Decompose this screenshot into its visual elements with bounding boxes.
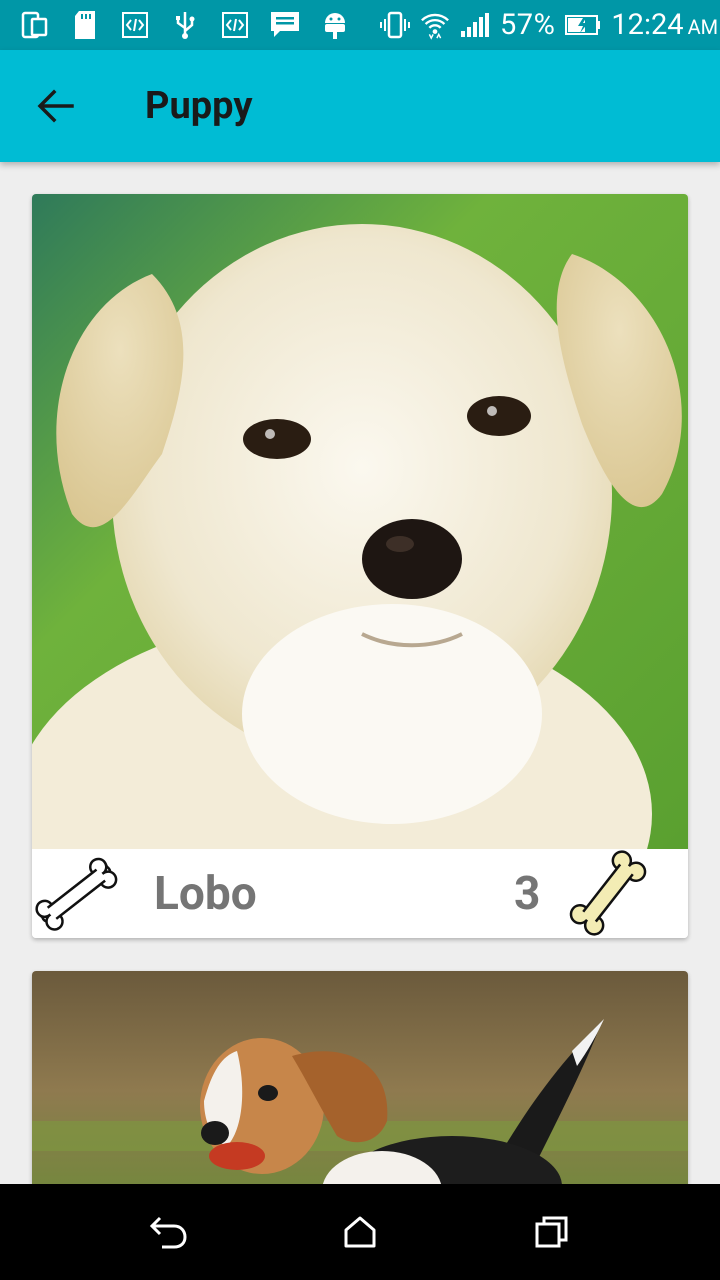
bone-outline-icon[interactable] [32, 855, 122, 935]
back-button[interactable] [24, 78, 88, 134]
signal-icon [460, 10, 490, 40]
clock-time: 12:24 [611, 7, 684, 42]
puppy-photo [32, 971, 688, 1184]
app-bar: Puppy [0, 50, 720, 162]
navigation-bar [0, 1184, 720, 1280]
nav-home-button[interactable] [340, 1212, 380, 1252]
like-count: 3 [514, 867, 541, 921]
code-icon [220, 10, 250, 40]
puppy-photo [32, 194, 688, 849]
nav-recents-button[interactable] [532, 1212, 572, 1252]
clock: 12:24 AM [611, 7, 719, 42]
bone-filled-icon[interactable] [564, 849, 652, 937]
status-bar-notifications [20, 10, 370, 40]
back-icon [149, 1216, 187, 1249]
puppy-name: Lobo [154, 867, 257, 921]
clock-ampm: AM [687, 14, 719, 39]
status-bar: 57% 12:24 AM [0, 0, 720, 50]
status-bar-system: 57% 12:24 AM [370, 10, 718, 40]
message-icon [270, 10, 300, 40]
android-debug-icon [320, 10, 350, 40]
nav-back-button[interactable] [148, 1212, 188, 1252]
recents-icon [535, 1216, 568, 1248]
puppy-list[interactable]: Lobo 3 [0, 162, 720, 1184]
sd-card-icon [70, 10, 100, 40]
screen-mirror-icon [20, 10, 50, 40]
arrow-back-icon [37, 89, 74, 123]
card-footer: Lobo 3 [32, 849, 688, 938]
usb-icon [170, 10, 200, 40]
battery-charging-icon [565, 10, 601, 40]
battery-percent: 57% [500, 7, 556, 42]
vibrate-icon [380, 10, 410, 40]
home-icon [344, 1216, 376, 1248]
code-icon [120, 10, 150, 40]
wifi-icon [420, 10, 450, 40]
puppy-card[interactable] [32, 971, 688, 1184]
page-title: Puppy [145, 84, 253, 128]
puppy-card[interactable]: Lobo 3 [32, 194, 688, 938]
